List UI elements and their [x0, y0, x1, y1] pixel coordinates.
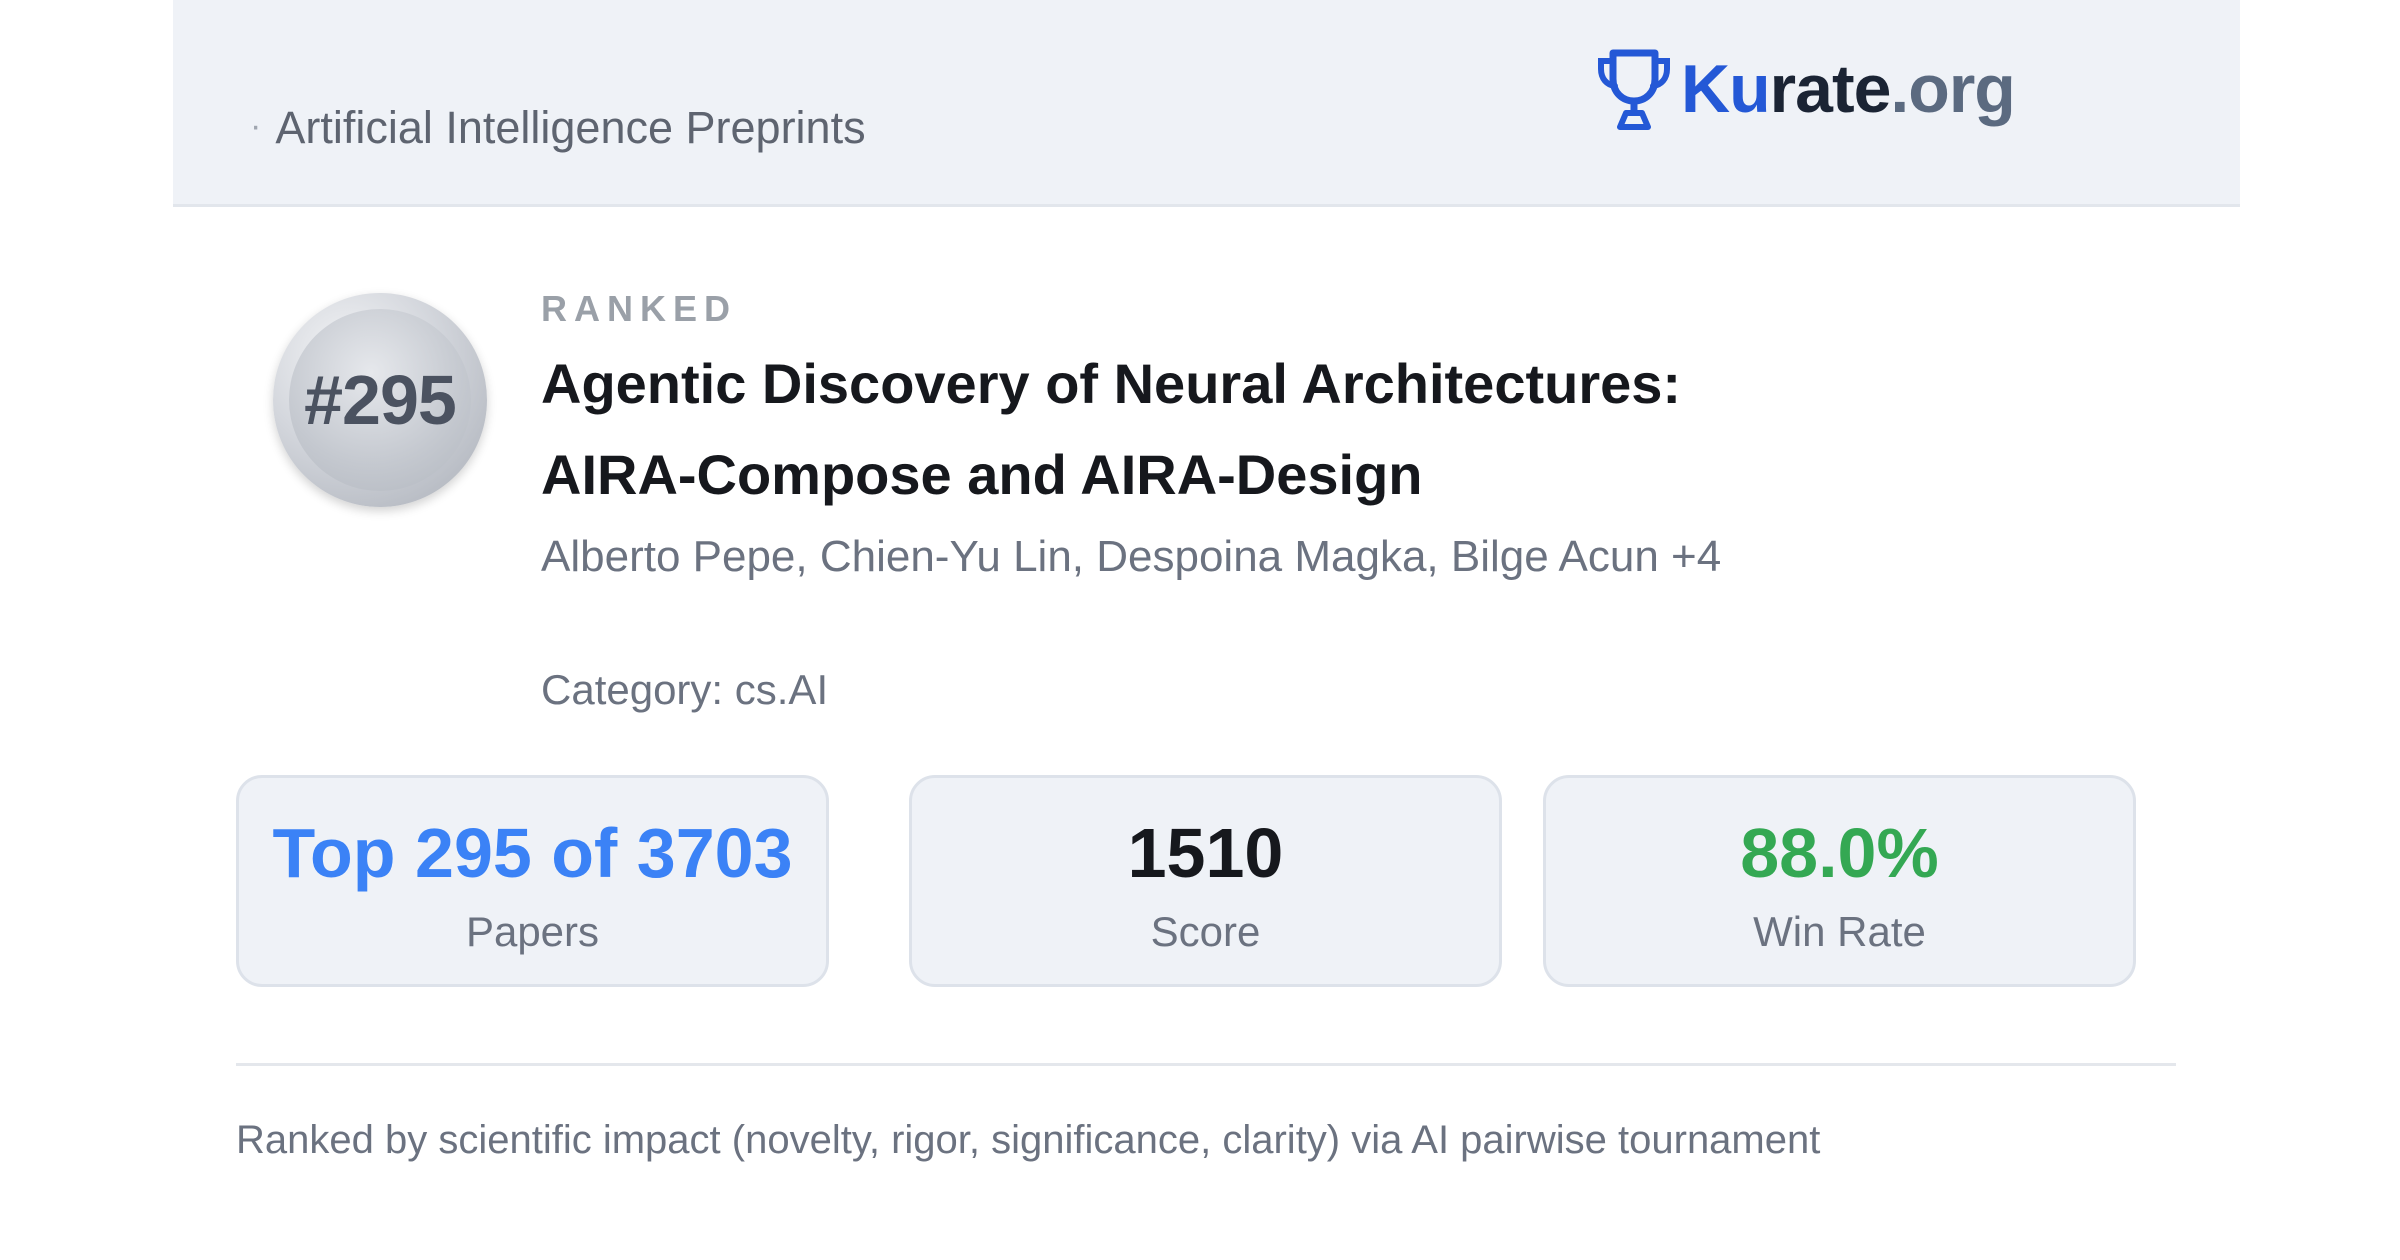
footer-note: Ranked by scientific impact (novelty, ri… [236, 1118, 1821, 1162]
stat-value-papers: Top 295 of 3703 [272, 814, 793, 892]
stat-label-papers: Papers [465, 908, 600, 955]
ranked-label: RANKED [541, 288, 738, 329]
footer-divider [236, 1063, 2176, 1066]
rank-medal-number: #295 [304, 361, 457, 439]
stat-label-win-rate: Win Rate [1753, 908, 1926, 955]
paper-title-line-2: AIRA-Compose and AIRA-Design [541, 443, 1423, 506]
stat-card-papers: Top 295 of 3703 Papers [236, 775, 829, 987]
stat-card-score: 1510 Score [909, 775, 1502, 987]
paper-title-line-1: Agentic Discovery of Neural Architecture… [541, 352, 1682, 415]
paper-category: Category: cs.AI [541, 666, 829, 713]
card-header: · Artificial Intelligence Preprints Kurat… [173, 0, 2240, 207]
trophy-icon [1598, 49, 1670, 130]
ranking-card: · Artificial Intelligence Preprints Kurat… [173, 0, 2240, 1260]
stat-value-score: 1510 [1127, 814, 1284, 892]
kurate-logo[interactable]: Kurate.org [1595, 44, 2016, 134]
paper-title[interactable]: Agentic Discovery of Neural Architecture… [541, 338, 2021, 520]
stat-label-score: Score [1150, 908, 1261, 955]
logo-part-org: .org [1890, 51, 2015, 127]
logo-part-rate: rate [1769, 51, 1892, 127]
logo-part-ku: Ku [1681, 51, 1771, 127]
paper-authors: Alberto Pepe, Chien-Yu Lin, Despoina Mag… [541, 532, 1722, 581]
rank-medal: #295 [273, 293, 487, 507]
stat-value-win-rate: 88.0% [1740, 814, 1939, 892]
bullet-dot-icon: · [250, 107, 262, 145]
stat-card-win-rate: 88.0% Win Rate [1543, 775, 2136, 987]
header-subtitle-text: Artificial Intelligence Preprints [275, 102, 866, 153]
header-subtitle: · Artificial Intelligence Preprints [250, 102, 866, 154]
logo-wordmark: Kurate.org [1681, 50, 2016, 128]
